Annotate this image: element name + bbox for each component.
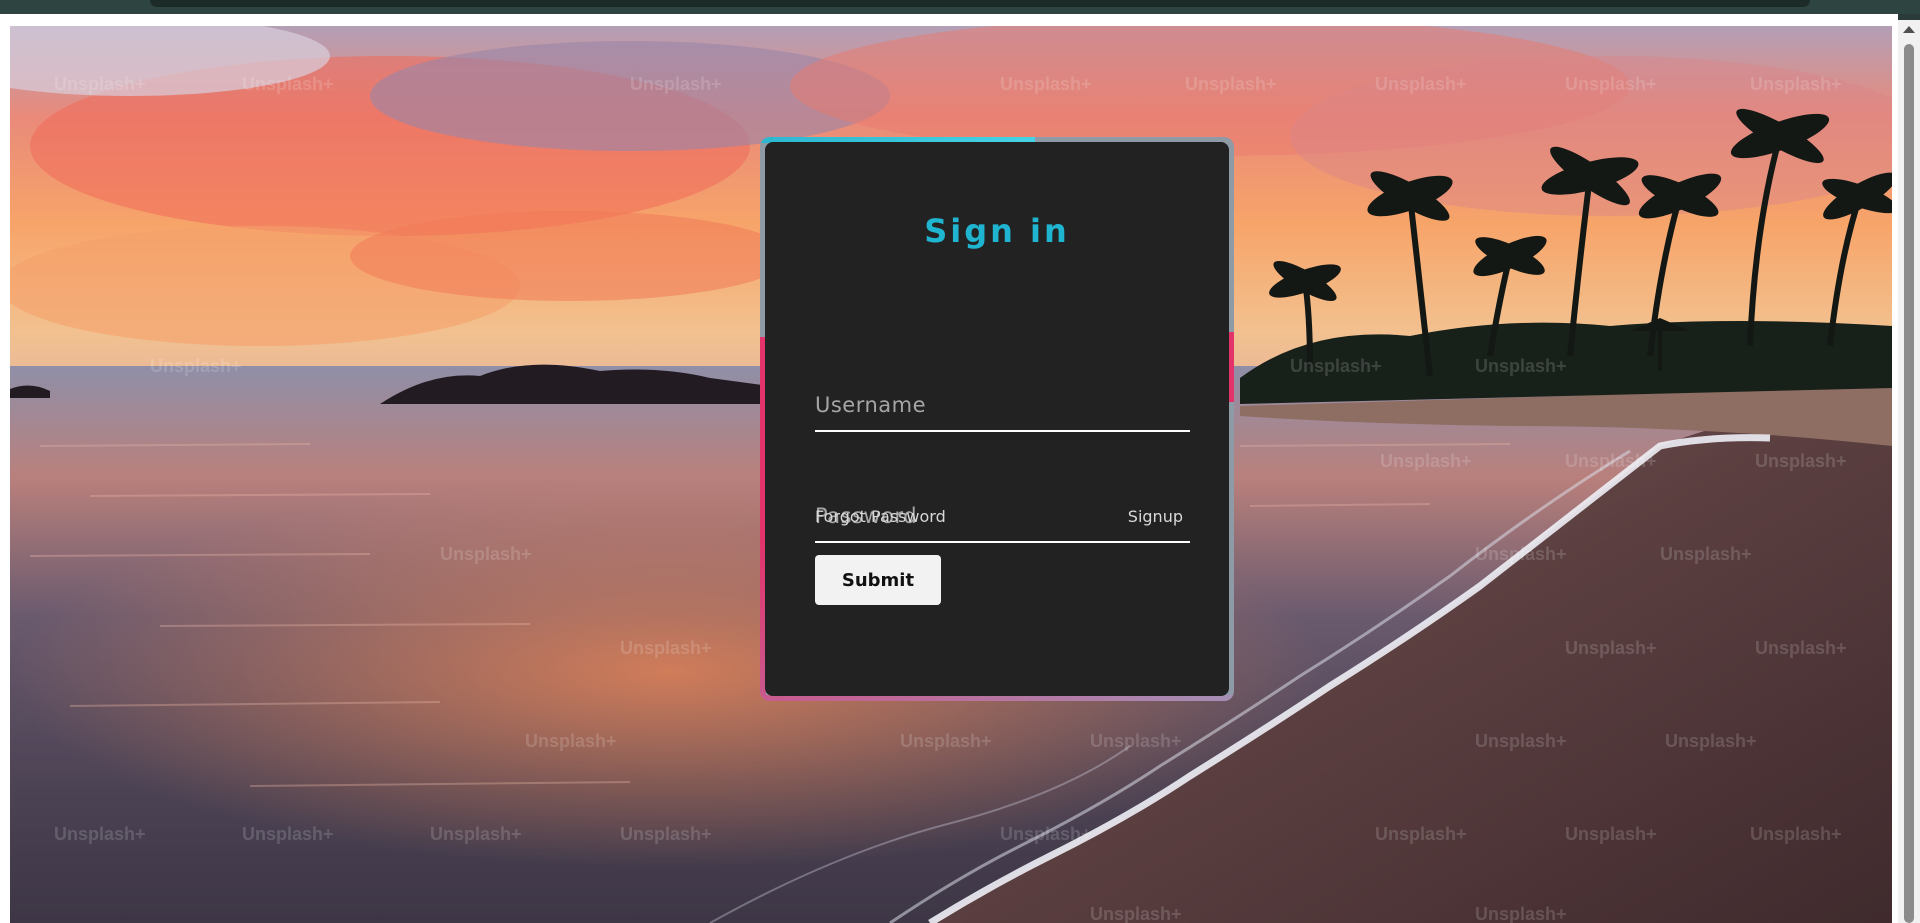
watermark-text: Unsplash+ [150,356,242,376]
scroll-up-arrow-icon[interactable] [1903,26,1915,33]
watermark-text: Unsplash+ [1375,824,1467,844]
signin-title: Sign in [924,212,1070,250]
watermark-text: Unsplash+ [1565,824,1657,844]
watermark-text: Unsplash+ [1565,451,1657,471]
watermark-text: Unsplash+ [1475,544,1567,564]
page: Unsplash+ Unsplash+ Unsplash+ Unsplash+ … [0,14,1898,923]
watermark-text: Unsplash+ [1475,731,1567,751]
username-field [815,372,1190,432]
signin-card: Sign in Forgot Password Signup Submit [765,142,1229,696]
watermark-text: Unsplash+ [900,731,992,751]
watermark-text: Unsplash+ [1750,824,1842,844]
forgot-password-link[interactable]: Forgot Password [815,507,946,526]
watermark-text: Unsplash+ [242,824,334,844]
watermark-text: Unsplash+ [1000,824,1092,844]
watermark-text: Unsplash+ [1475,904,1567,923]
watermark-text: Unsplash+ [1565,638,1657,658]
watermark-text: Unsplash+ [630,74,722,94]
username-input[interactable] [815,390,1190,420]
watermark-text: Unsplash+ [440,544,532,564]
watermark-text: Unsplash+ [1380,451,1472,471]
watermark-text: Unsplash+ [430,824,522,844]
watermark-text: Unsplash+ [242,74,334,94]
page-scrollbar[interactable] [1898,20,1920,923]
submit-button[interactable]: Submit [815,555,941,605]
scrollbar-thumb[interactable] [1904,44,1914,923]
watermark-text: Unsplash+ [1185,74,1277,94]
watermark-text: Unsplash+ [1750,74,1842,94]
signup-link[interactable]: Signup [1128,507,1183,526]
watermark-text: Unsplash+ [1665,731,1757,751]
browser-top-strip [0,0,1920,14]
watermark-text: Unsplash+ [525,731,617,751]
watermark-text: Unsplash+ [1090,731,1182,751]
watermark-text: Unsplash+ [1290,356,1382,376]
browser-address-bar[interactable] [150,0,1810,7]
watermark-text: Unsplash+ [1090,904,1182,923]
watermark-text: Unsplash+ [1565,74,1657,94]
watermark-text: Unsplash+ [1375,74,1467,94]
watermark-text: Unsplash+ [620,824,712,844]
signin-links-row: Forgot Password Signup [815,507,1183,526]
watermark-text: Unsplash+ [620,638,712,658]
watermark-text: Unsplash+ [1000,74,1092,94]
watermark-text: Unsplash+ [1660,544,1752,564]
watermark-text: Unsplash+ [1755,451,1847,471]
watermark-text: Unsplash+ [1475,356,1567,376]
signin-card-frame: Sign in Forgot Password Signup Submit [760,137,1234,701]
watermark-text: Unsplash+ [54,824,146,844]
watermark-text: Unsplash+ [1755,638,1847,658]
watermark-text: Unsplash+ [54,74,146,94]
